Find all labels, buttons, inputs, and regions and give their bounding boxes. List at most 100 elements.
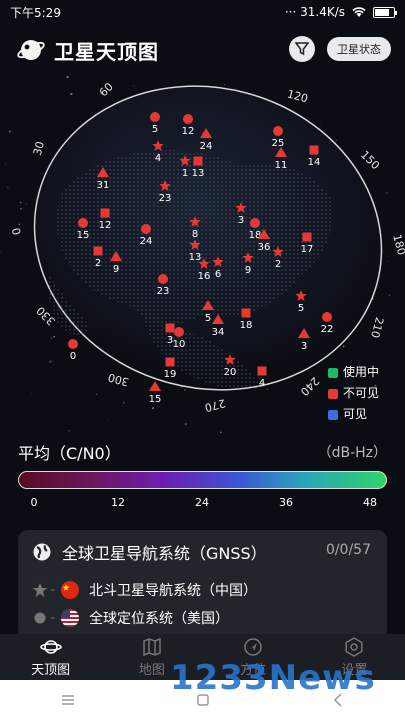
satellite-circle — [273, 126, 283, 136]
satellite-square — [100, 208, 110, 218]
star-dot — [53, 335, 56, 338]
dash-icon: - — [50, 610, 56, 626]
satellite-id: 19 — [164, 369, 177, 380]
snr-tick: 24 — [195, 496, 209, 509]
star-dot — [335, 139, 337, 141]
star-dot — [223, 84, 226, 86]
satellite-marker[interactable]: 25 — [272, 126, 285, 149]
satellite-id: 14 — [308, 157, 321, 168]
azimuth-label: 180 — [390, 233, 405, 257]
star-dot — [70, 92, 73, 96]
gear-icon — [345, 636, 363, 657]
legend-swatch — [328, 409, 338, 420]
satellite-circle — [68, 339, 78, 349]
satellite-marker[interactable]: 15 — [77, 218, 90, 241]
satellite-square — [309, 145, 319, 155]
satellite-id: 13 — [189, 252, 202, 263]
satellite-id: 15 — [149, 394, 162, 405]
star-dot — [20, 208, 22, 210]
gnss-card-header: 全球卫星导航系统（GNSS） — [32, 540, 267, 564]
star-dot — [30, 392, 32, 394]
azimuth-label: 60 — [97, 80, 116, 99]
satellite-id: 23 — [157, 286, 170, 297]
snr-title: 平均（C/N0） — [18, 444, 121, 463]
satellite-marker[interactable]: 14 — [308, 145, 321, 169]
star-dot — [122, 401, 125, 404]
wifi-icon — [352, 7, 366, 17]
satellite-marker[interactable]: 2 — [93, 246, 103, 270]
azimuth-label: 210 — [368, 316, 386, 340]
satellite-id: 10 — [173, 339, 186, 350]
filter-button[interactable] — [289, 36, 315, 62]
star-dot — [319, 124, 321, 126]
satellite-id: 9 — [113, 264, 119, 275]
china-flag-icon — [61, 581, 80, 599]
star-dot — [219, 431, 222, 434]
satellite-id: 12 — [182, 126, 195, 137]
satellite-circle — [78, 218, 88, 228]
satellite-id: 3 — [301, 341, 307, 352]
status-icons: ··· 31.4K/s — [285, 5, 397, 19]
star-dot — [18, 223, 21, 226]
gnss-title: 全球卫星导航系统（GNSS） — [62, 544, 267, 563]
satellite-id: 36 — [258, 242, 271, 253]
satellite-circle — [250, 218, 260, 228]
satellite-id: 24 — [200, 141, 213, 152]
satellite-marker[interactable]: 13 — [192, 156, 205, 180]
star-dot — [95, 393, 98, 396]
satellite-marker[interactable]: 15 — [149, 381, 162, 405]
satellite-marker[interactable]: 24 — [140, 224, 153, 247]
gnss-card[interactable]: 全球卫星导航系统（GNSS） 0/0/57 - 北斗卫星导航系统（中国） - 全… — [18, 530, 387, 640]
satellite-circle — [150, 112, 160, 122]
satellite-status-button[interactable]: 卫星状态 — [327, 37, 391, 61]
azimuth-label: 240 — [298, 374, 322, 398]
satellite-id: 1 — [182, 168, 188, 179]
azimuth-label: 0 — [10, 226, 24, 236]
star-dot — [68, 430, 70, 432]
satellite-id: 3 — [238, 215, 244, 226]
star-dot — [388, 260, 390, 262]
snr-tick: 48 — [363, 496, 377, 509]
satellite-id: 12 — [99, 220, 112, 231]
system-row-gps[interactable]: - 全球定位系统（美国） — [32, 608, 229, 628]
star-dot — [0, 250, 1, 253]
azimuth-label: 120 — [286, 87, 310, 105]
star-dot — [8, 130, 11, 133]
satellite-marker[interactable]: 18 — [240, 308, 253, 332]
satellite-planet-icon — [17, 40, 45, 60]
tab-skyplot[interactable]: 天顶图 — [0, 634, 101, 680]
satellite-marker[interactable]: 10 — [173, 327, 186, 350]
legend-swatch — [328, 367, 338, 378]
star-dot — [133, 85, 135, 87]
globe-icon — [33, 543, 51, 561]
system-name: 全球定位系统（美国） — [89, 611, 230, 627]
satellite-marker[interactable]: 22 — [321, 312, 334, 335]
status-time: 下午5:29 — [10, 5, 61, 20]
satellite-id: 25 — [272, 138, 285, 149]
star-icon — [33, 583, 47, 597]
satellite-marker[interactable]: 12 — [99, 208, 112, 232]
star-dot — [386, 192, 388, 194]
satellite-id: 4 — [155, 153, 161, 164]
satellite-square — [302, 232, 312, 242]
satellite-circle — [141, 224, 151, 234]
star-dot — [66, 76, 69, 79]
satellite-marker[interactable]: 19 — [164, 357, 177, 381]
azimuth-label: 30 — [31, 140, 47, 157]
star-dot — [266, 388, 268, 390]
satellite-marker[interactable]: 23 — [157, 274, 170, 297]
satellite-marker[interactable]: 17 — [301, 232, 314, 256]
satellite-marker[interactable]: 4 — [257, 366, 267, 390]
legend-item-in-use: 使用中 — [328, 362, 379, 383]
snr-gradient-bar — [18, 471, 387, 489]
star-dot — [107, 419, 109, 421]
satellite-id: 18 — [240, 320, 253, 331]
system-row-beidou[interactable]: - 北斗卫星导航系统（中国） — [32, 580, 257, 600]
satellite-marker[interactable]: 12 — [182, 114, 195, 137]
satellite-id: 20 — [224, 367, 237, 378]
star-dot — [183, 389, 186, 391]
satellite-square — [241, 308, 251, 318]
satellite-marker[interactable]: 0 — [68, 339, 78, 362]
menu-icon[interactable] — [60, 693, 76, 707]
snr-unit: （dB-Hz） — [317, 445, 387, 461]
